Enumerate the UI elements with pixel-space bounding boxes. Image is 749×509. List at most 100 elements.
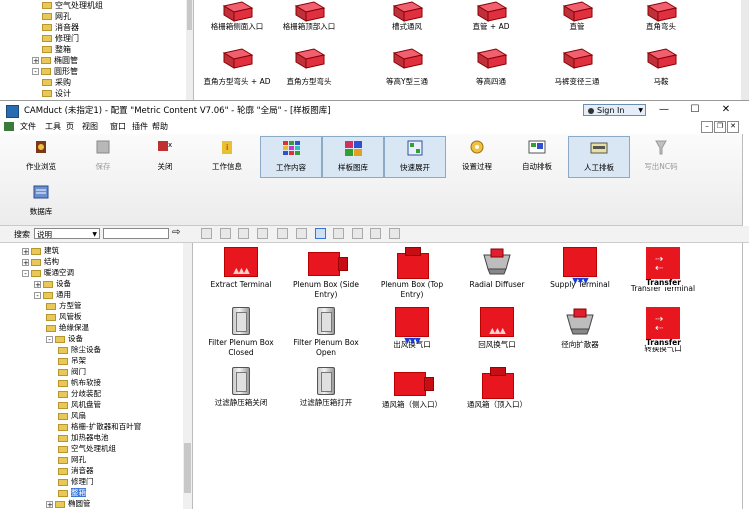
tree-item[interactable]: 分歧装配 [58, 388, 101, 399]
ribbon-button-9[interactable]: 人工排板 [568, 136, 630, 178]
properties-icon[interactable] [296, 228, 307, 239]
gallery-item[interactable]: 通风箱（侧入口） [370, 367, 454, 410]
ribbon-button-2[interactable]: x 关闭 [134, 136, 196, 178]
tree-item[interactable]: - 通用 [34, 289, 71, 300]
tree-item[interactable]: + 结构 [22, 256, 59, 267]
gallery-item[interactable]: Filter Plenum Box Closed [199, 307, 283, 358]
background-gallery-item[interactable]: 格栅箱侧面入口 [202, 0, 272, 32]
gallery-item[interactable]: ▼▼▼ Supply Terminal [538, 247, 622, 290]
tree-item[interactable]: 除尘设备 [58, 344, 101, 355]
ribbon-button-3[interactable]: i 工作信息 [196, 136, 258, 178]
ribbon-button-10[interactable]: 写出NC码 [630, 136, 692, 178]
tree-item[interactable]: 格栅-扩散器和百叶窗 [58, 421, 141, 432]
background-gallery-item[interactable]: 等高Y型三通 [372, 47, 442, 87]
gallery-item[interactable]: 过滤静压箱关闭 [199, 367, 283, 408]
tree-item[interactable]: 方型管 [46, 300, 82, 311]
gallery-item[interactable]: Radial Diffuser [455, 247, 539, 290]
ribbon-button-1[interactable]: 保存 [72, 136, 134, 178]
gallery-item[interactable]: ⇢ ⇠ Transfer 转换换气口 [621, 307, 705, 354]
background-gallery-item[interactable]: 马鞍 [626, 47, 696, 87]
ribbon-button-8[interactable]: 自动排板 [506, 136, 568, 178]
background-gallery-item[interactable]: 直角方型弯头 + AD [202, 47, 272, 87]
print-icon[interactable] [201, 228, 212, 239]
cut-icon[interactable] [220, 228, 231, 239]
maximize-button[interactable]: ☐ [686, 103, 704, 117]
menu-2[interactable]: 页 [66, 121, 74, 132]
expand-toggle-icon[interactable]: - [22, 269, 29, 277]
tree-item[interactable]: 帆布软接 [58, 377, 101, 388]
background-gallery-item[interactable]: 等高四通 [456, 47, 526, 87]
expand-toggle-icon[interactable]: - [46, 335, 53, 343]
background-gallery-item[interactable]: 格栅箱顶部入口 [274, 0, 344, 32]
menu-4[interactable]: 窗口 [110, 121, 126, 132]
tree-item[interactable]: 风管板 [46, 311, 82, 322]
background-tree-item[interactable]: 空气处理机组 [42, 0, 103, 11]
ribbon-button-6[interactable]: 快速展开 [384, 136, 446, 178]
gallery-item[interactable]: ▲▲▲ Extract Terminal [199, 247, 283, 290]
mdi-close-button[interactable]: ✕ [727, 121, 739, 133]
tree-item[interactable]: 风机盘管 [58, 399, 101, 410]
menu-0[interactable]: 文件 [20, 121, 36, 132]
right-edge-scrollbar[interactable] [742, 134, 749, 509]
tree-item[interactable]: 风扇 [58, 410, 86, 421]
link-icon[interactable] [389, 228, 400, 239]
background-gallery-item[interactable]: 直角弯头 [626, 0, 696, 32]
tree-item[interactable]: 修理门 [58, 476, 94, 487]
expand-toggle-icon[interactable]: + [22, 258, 29, 266]
tree-item[interactable]: 消音器 [58, 465, 94, 476]
expand-toggle-icon[interactable]: - [34, 291, 41, 299]
background-tree-item[interactable]: - 圆形管 [32, 66, 78, 77]
expand-toggle-icon[interactable]: + [46, 500, 53, 508]
expand-toggle-icon[interactable]: + [22, 247, 29, 255]
mdi-restore-button[interactable]: ❐ [714, 121, 726, 133]
background-tree-item[interactable]: 消音器 [42, 22, 79, 33]
background-gallery-item[interactable]: 槽式通风 [372, 0, 442, 32]
minimize-button[interactable]: — [655, 103, 673, 117]
close-button[interactable]: ✕ [717, 103, 735, 117]
tree-item[interactable]: + 设备 [34, 278, 71, 289]
gallery-item[interactable]: Plenum Box (Top Entry) [370, 247, 454, 300]
small-icons-view-icon[interactable] [333, 228, 344, 239]
expand-toggle-icon[interactable]: + [32, 57, 39, 65]
expand-toggle-icon[interactable]: + [34, 280, 41, 288]
background-gallery-item[interactable]: 直管 [542, 0, 612, 32]
tree-item[interactable]: 阀门 [58, 366, 86, 377]
gallery-item[interactable]: ▼▼▼ 出风换气口 [370, 307, 454, 350]
search-input[interactable] [103, 228, 169, 239]
background-gallery-scrollbar[interactable] [741, 0, 749, 100]
large-icons-view-icon[interactable] [315, 228, 326, 239]
tree-item[interactable]: - 设备 [46, 333, 83, 344]
gallery-item[interactable]: 过滤静压箱打开 [284, 367, 368, 408]
background-tree-item[interactable]: 采购 [42, 77, 71, 88]
ribbon-button-4[interactable]: 工作内容 [260, 136, 322, 178]
background-tree-item[interactable]: 修理门 [42, 33, 79, 44]
background-tree-item[interactable]: 设计 [42, 88, 71, 99]
background-tree-item[interactable]: + 椭圆管 [32, 55, 78, 66]
copy-icon[interactable] [238, 228, 249, 239]
mdi-minimize-button[interactable]: – [701, 121, 713, 133]
menu-1[interactable]: 工具 [45, 121, 61, 132]
gallery-item[interactable]: Filter Plenum Box Open [284, 307, 368, 358]
background-gallery-item[interactable]: 直角方型弯头 [274, 47, 344, 87]
menu-3[interactable]: 视图 [82, 121, 98, 132]
tree-item[interactable]: 加热器电池 [58, 432, 109, 443]
ribbon-button-7[interactable]: 设置过程 [446, 136, 508, 178]
background-gallery-item[interactable]: 直管 + AD [456, 0, 526, 32]
paste-icon[interactable] [257, 228, 268, 239]
background-tree-scrollbar[interactable] [186, 0, 193, 100]
gallery-item[interactable]: 通风箱（顶入口） [455, 367, 539, 410]
menu-5[interactable]: 插件 [132, 121, 148, 132]
delete-icon[interactable] [277, 228, 288, 239]
menu-6[interactable]: 帮助 [152, 121, 168, 132]
search-go-icon[interactable]: ⇨ [172, 227, 180, 238]
gallery-item[interactable]: Plenum Box (Side Entry) [284, 247, 368, 300]
tree-item[interactable]: + 椭圆管 [46, 498, 91, 509]
background-tree-item[interactable]: 整箱 [42, 44, 71, 55]
background-gallery-item[interactable]: 马裤变径三通 [542, 47, 612, 87]
tree-item[interactable]: 整箱 [58, 487, 86, 498]
expand-toggle-icon[interactable]: - [32, 68, 39, 76]
gallery-item[interactable]: ⇢ ⇠ Transfer Transfer Terminal [621, 247, 705, 294]
ribbon-button-5[interactable]: 样板图库 [322, 136, 384, 178]
search-field-select[interactable]: 说明 ▼ [34, 228, 100, 239]
ribbon-button-0[interactable]: 作业浏览 [10, 136, 72, 178]
